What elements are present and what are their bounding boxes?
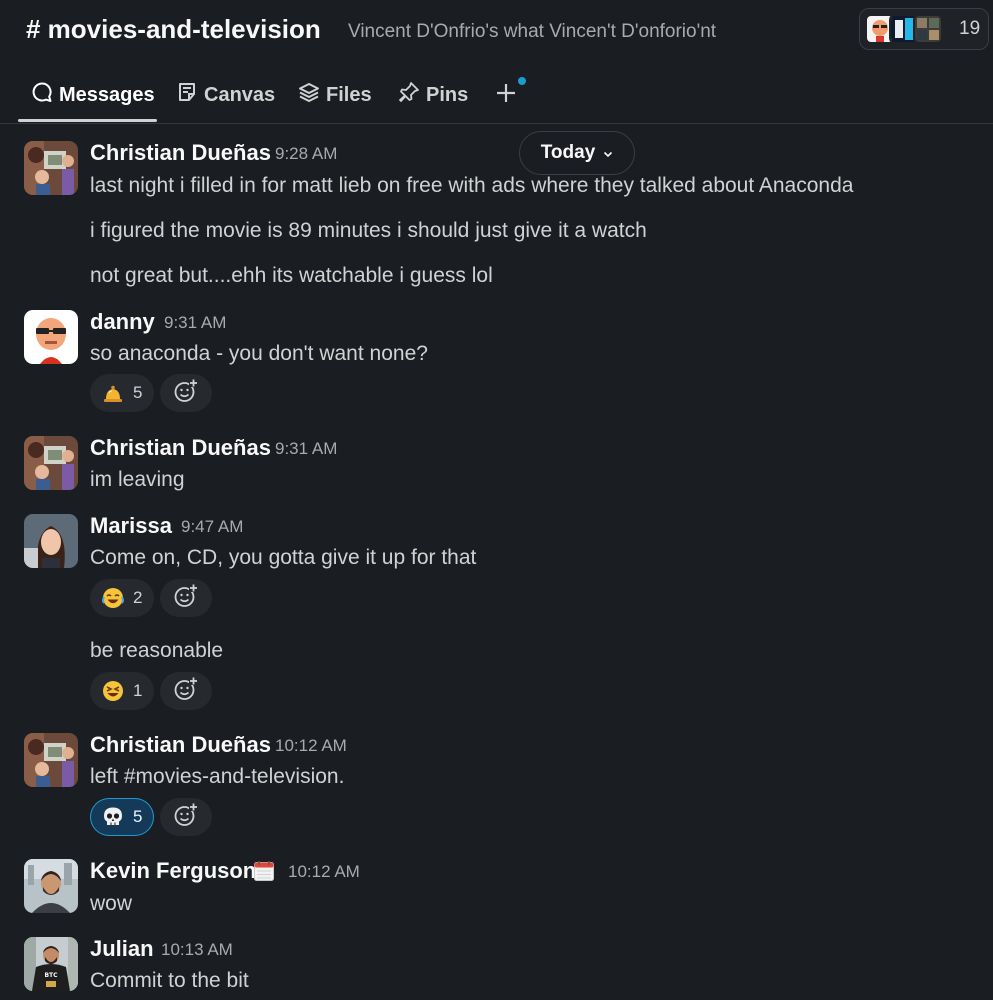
author-name[interactable]: Marissa (90, 513, 172, 539)
avatar[interactable] (24, 859, 78, 913)
avatar[interactable] (24, 514, 78, 568)
message-text: be reasonable (90, 639, 224, 662)
avatar[interactable] (24, 310, 78, 364)
avatar[interactable] (24, 141, 78, 195)
author-name[interactable]: Christian Dueñas (90, 732, 271, 758)
date-divider-button[interactable]: Today (519, 131, 635, 175)
tab-canvas[interactable]: Canvas (176, 80, 275, 110)
tab-label: Canvas (204, 83, 276, 106)
notification-dot (518, 77, 526, 85)
author-name[interactable]: Kevin Ferguson (90, 858, 256, 884)
reaction-count: 2 (133, 588, 143, 607)
reaction-button-selected[interactable]: 5 (90, 798, 155, 836)
canvas-icon (176, 81, 204, 109)
channel-title[interactable]: # movies-and-television (26, 14, 321, 45)
reaction-count: 1 (133, 681, 143, 700)
member-count: 19 (959, 18, 981, 39)
timestamp[interactable]: 10:12 AM (288, 862, 360, 882)
message-text: i figured the movie is 89 minutes i shou… (90, 219, 647, 242)
timestamp[interactable]: 10:13 AM (161, 940, 233, 960)
pin-icon (398, 81, 426, 109)
date-label: Today (540, 142, 596, 163)
tab-messages[interactable]: Messages (31, 80, 155, 110)
chevron-down-icon (595, 142, 613, 164)
add-reaction-button[interactable] (160, 374, 212, 412)
message-text: Commit to the bit (90, 969, 249, 992)
members-button[interactable]: 19 (859, 8, 989, 50)
avatar[interactable]: BTC (24, 937, 78, 991)
add-reaction-button[interactable] (160, 798, 212, 836)
timestamp[interactable]: 9:31 AM (164, 313, 226, 333)
author-name[interactable]: danny (90, 309, 155, 335)
tab-label: Pins (426, 83, 469, 106)
add-reaction-icon (173, 802, 199, 833)
active-tab-indicator (18, 119, 157, 122)
tab-files[interactable]: Files (298, 80, 372, 110)
message-text: last night i filled in for matt lieb on … (90, 174, 854, 197)
joy-icon (101, 586, 125, 610)
add-reaction-icon (173, 583, 199, 614)
member-avatar (913, 14, 943, 44)
timestamp[interactable]: 9:31 AM (275, 439, 337, 459)
timestamp[interactable]: 10:12 AM (275, 736, 347, 756)
author-name[interactable]: Christian Dueñas (90, 435, 271, 461)
skull-icon (101, 805, 125, 829)
channel-header: # movies-and-television Vincent D'Onfrio… (0, 0, 993, 62)
svg-text:BTC: BTC (44, 972, 58, 979)
avatar[interactable] (24, 733, 78, 787)
message-text: left #movies-and-television. (90, 765, 345, 788)
timestamp[interactable]: 9:47 AM (181, 517, 243, 537)
message-text: wow (90, 892, 133, 915)
calendar-icon[interactable] (253, 860, 275, 882)
bell-icon (101, 381, 125, 405)
add-reaction-icon (173, 378, 199, 409)
author-name[interactable]: Julian (90, 936, 154, 962)
message-text: Come on, CD, you gotta give it up for th… (90, 546, 477, 569)
tab-label: Files (326, 83, 372, 106)
tab-label: Messages (59, 83, 155, 106)
message-text: im leaving (90, 468, 185, 491)
reaction-button[interactable]: 2 (90, 579, 155, 617)
add-reaction-button[interactable] (160, 579, 212, 617)
avatar[interactable] (24, 436, 78, 490)
author-name[interactable]: Christian Dueñas (90, 140, 271, 166)
reaction-button[interactable]: 1 (90, 672, 155, 710)
tab-pins[interactable]: Pins (398, 80, 468, 110)
message-text: so anaconda - you don't want none? (90, 342, 428, 365)
add-reaction-button[interactable] (160, 672, 212, 710)
reaction-button[interactable]: 5 (90, 374, 155, 412)
plus-icon (494, 84, 518, 109)
reaction-count: 5 (133, 807, 143, 826)
channel-topic[interactable]: Vincent D'Onfrio's what Vincen't D'onfor… (348, 21, 716, 43)
message-text: not great but....ehh its watchable i gue… (90, 264, 493, 287)
timestamp[interactable]: 9:28 AM (275, 144, 337, 164)
message-icon (31, 81, 59, 109)
files-icon (298, 81, 326, 109)
add-reaction-icon (173, 676, 199, 707)
reaction-count: 5 (133, 383, 143, 402)
add-tab-button[interactable] (494, 81, 518, 105)
laughing-icon (101, 679, 125, 703)
